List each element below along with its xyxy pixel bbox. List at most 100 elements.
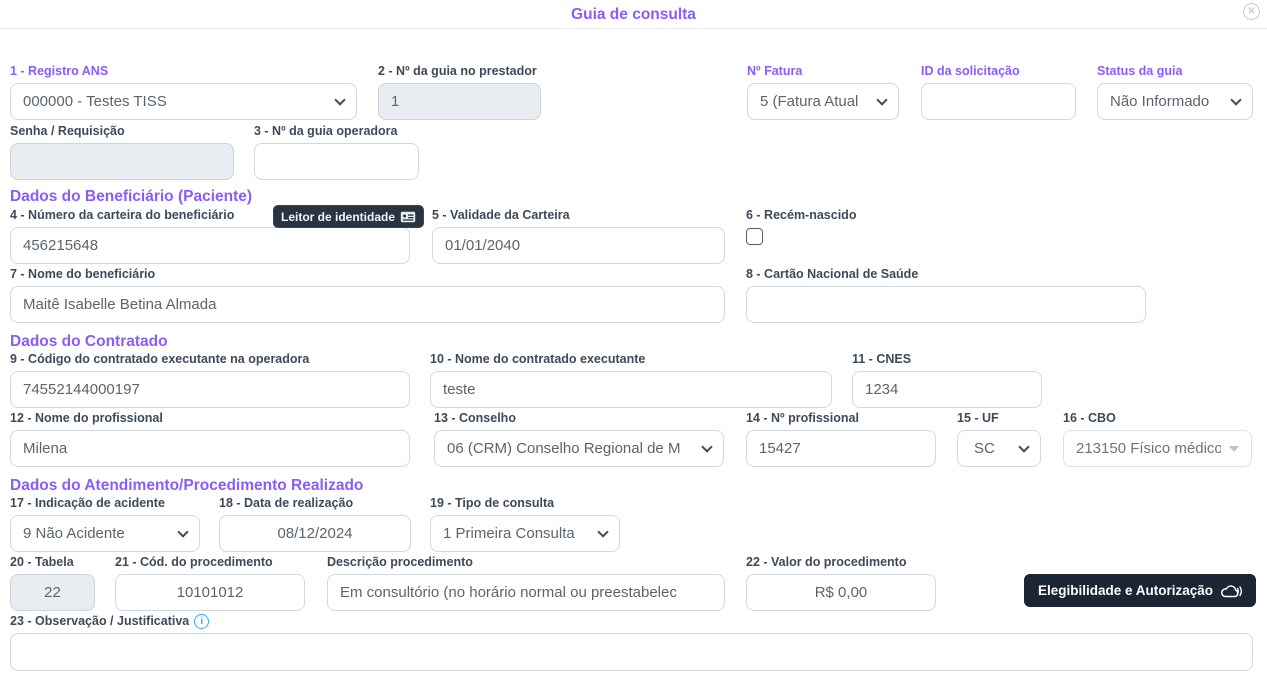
- field-guia-prestador: 2 - Nº da guia no prestador: [378, 64, 541, 120]
- cartao-sus-label: 8 - Cartão Nacional de Saúde: [746, 267, 919, 281]
- field-cbo: 16 - CBO 213150 Físico médico: [1063, 411, 1252, 467]
- id-solicitacao-input[interactable]: [921, 83, 1076, 120]
- field-nome-profissional: 12 - Nome do profissional: [10, 411, 410, 467]
- valor-procedimento-label: 22 - Valor do procedimento: [746, 555, 907, 569]
- recem-nascido-checkbox[interactable]: [746, 228, 763, 245]
- close-icon[interactable]: ✕: [1243, 3, 1260, 20]
- descricao-procedimento-label: Descrição procedimento: [327, 555, 473, 569]
- codigo-contratado-label: 9 - Código do contratado executante na o…: [10, 352, 310, 366]
- tabela-input: [10, 574, 95, 611]
- cbo-select: 213150 Físico médico: [1063, 430, 1252, 467]
- section-contratado-title: Dados do Contratado: [10, 333, 168, 350]
- field-registro-ans: 1 - Registro ANS 000000 - Testes TISS: [10, 64, 357, 120]
- indicacao-acidente-label: 17 - Indicação de acidente: [10, 496, 165, 510]
- observacao-label: 23 - Observação / Justificativa: [10, 614, 190, 628]
- field-descricao-procedimento: Descrição procedimento: [327, 555, 725, 611]
- uf-select[interactable]: SC: [957, 430, 1041, 467]
- section-beneficiario-title: Dados do Beneficiário (Paciente): [10, 188, 253, 205]
- field-status-guia: Status da guia Não Informado: [1097, 64, 1253, 120]
- cbo-label: 16 - CBO: [1063, 411, 1116, 425]
- uf-label: 15 - UF: [957, 411, 999, 425]
- nome-beneficiario-label: 7 - Nome do beneficiário: [10, 267, 156, 281]
- cnes-input[interactable]: [852, 371, 1042, 408]
- tipo-consulta-value: 1 Primeira Consulta: [443, 525, 575, 542]
- field-indicacao-acidente: 17 - Indicação de acidente 9 Não Acident…: [10, 496, 200, 552]
- field-validade: 5 - Validade da Carteira: [432, 208, 725, 264]
- nome-beneficiario-input[interactable]: [10, 286, 725, 323]
- status-guia-label: Status da guia: [1097, 64, 1183, 78]
- header-divider: [0, 28, 1267, 29]
- field-data-realizacao: 18 - Data de realização: [219, 496, 411, 552]
- registro-ans-value: 000000 - Testes TISS: [23, 93, 167, 110]
- senha-requisicao-label: Senha / Requisição: [10, 124, 125, 138]
- guia-de-consulta-modal: Guia de consulta ✕ 1 - Registro ANS 0000…: [0, 0, 1267, 684]
- page-title: Guia de consulta: [571, 6, 696, 23]
- cartao-sus-input[interactable]: [746, 286, 1146, 323]
- field-n-fatura: Nº Fatura 5 (Fatura Atual: [747, 64, 899, 120]
- chevron-down-icon: [1018, 440, 1030, 453]
- cloud-sync-icon: [1221, 584, 1242, 597]
- chevron-down-icon: [597, 525, 609, 538]
- n-fatura-select[interactable]: 5 (Fatura Atual: [747, 83, 899, 120]
- chevron-down-icon: [177, 525, 189, 538]
- field-guia-operadora: 3 - Nº da guia operadora: [254, 124, 419, 180]
- tabela-label: 20 - Tabela: [10, 555, 74, 569]
- leitor-identidade-label: Leitor de identidade: [281, 209, 396, 224]
- validade-input[interactable]: [432, 227, 725, 264]
- id-solicitacao-label: ID da solicitação: [921, 64, 1020, 78]
- field-conselho: 13 - Conselho 06 (CRM) Conselho Regional…: [434, 411, 724, 467]
- cod-procedimento-input[interactable]: [115, 574, 305, 611]
- validade-label: 5 - Validade da Carteira: [432, 208, 570, 222]
- info-icon[interactable]: i: [194, 614, 210, 629]
- recem-nascido-label: 6 - Recém-nascido: [746, 208, 857, 222]
- field-cod-procedimento: 21 - Cód. do procedimento: [115, 555, 305, 611]
- tipo-consulta-select[interactable]: 1 Primeira Consulta: [430, 515, 620, 552]
- guia-prestador-label: 2 - Nº da guia no prestador: [378, 64, 537, 78]
- chevron-down-icon: [1230, 93, 1242, 106]
- n-fatura-label: Nº Fatura: [747, 64, 803, 78]
- status-guia-value: Não Informado: [1110, 93, 1210, 110]
- field-observacao: 23 - Observação / Justificativa i: [10, 614, 1253, 671]
- conselho-select[interactable]: 06 (CRM) Conselho Regional de M: [434, 430, 724, 467]
- guia-prestador-input: [378, 83, 541, 120]
- field-cartao-sus: 8 - Cartão Nacional de Saúde: [746, 267, 1146, 323]
- observacao-input[interactable]: [10, 633, 1253, 671]
- registro-ans-label: 1 - Registro ANS: [10, 64, 109, 78]
- cbo-value: 213150 Físico médico: [1076, 440, 1221, 457]
- registro-ans-select[interactable]: 000000 - Testes TISS: [10, 83, 357, 120]
- carteira-input[interactable]: [10, 227, 410, 264]
- n-profissional-input[interactable]: [746, 430, 936, 467]
- field-nome-beneficiario: 7 - Nome do beneficiário: [10, 267, 725, 323]
- data-realizacao-input[interactable]: [219, 515, 411, 552]
- cnes-label: 11 - CNES: [852, 352, 912, 366]
- valor-procedimento-input[interactable]: [746, 574, 936, 611]
- codigo-contratado-input[interactable]: [10, 371, 410, 408]
- data-realizacao-label: 18 - Data de realização: [219, 496, 354, 510]
- chevron-down-icon: [876, 93, 888, 106]
- nome-contratado-input[interactable]: [430, 371, 832, 408]
- uf-value: SC: [974, 440, 995, 457]
- n-profissional-label: 14 - Nº profissional: [746, 411, 859, 425]
- elegibilidade-autorizacao-button[interactable]: Elegibilidade e Autorização: [1024, 574, 1257, 607]
- status-guia-select[interactable]: Não Informado: [1097, 83, 1253, 120]
- nome-profissional-label: 12 - Nome do profissional: [10, 411, 163, 425]
- n-fatura-value: 5 (Fatura Atual: [760, 93, 859, 110]
- field-nome-contratado: 10 - Nome do contratado executante: [430, 352, 832, 408]
- descricao-procedimento-input[interactable]: [327, 574, 725, 611]
- field-codigo-contratado: 9 - Código do contratado executante na o…: [10, 352, 410, 408]
- field-tabela: 20 - Tabela: [10, 555, 95, 611]
- indicacao-acidente-select[interactable]: 9 Não Acidente: [10, 515, 200, 552]
- nome-profissional-input[interactable]: [10, 430, 410, 467]
- leitor-identidade-button[interactable]: Leitor de identidade: [273, 205, 425, 228]
- guia-operadora-input[interactable]: [254, 143, 419, 180]
- nome-contratado-label: 10 - Nome do contratado executante: [430, 352, 646, 366]
- field-cnes: 11 - CNES: [852, 352, 1042, 408]
- field-valor-procedimento: 22 - Valor do procedimento: [746, 555, 936, 611]
- observacao-label-row: 23 - Observação / Justificativa i: [10, 614, 1253, 629]
- section-atendimento-title: Dados do Atendimento/Procedimento Realiz…: [10, 477, 364, 494]
- chevron-down-icon: [334, 93, 346, 106]
- field-senha-requisicao: Senha / Requisição: [10, 124, 234, 180]
- conselho-label: 13 - Conselho: [434, 411, 516, 425]
- field-recem-nascido: 6 - Recém-nascido: [746, 208, 946, 245]
- field-n-profissional: 14 - Nº profissional: [746, 411, 936, 467]
